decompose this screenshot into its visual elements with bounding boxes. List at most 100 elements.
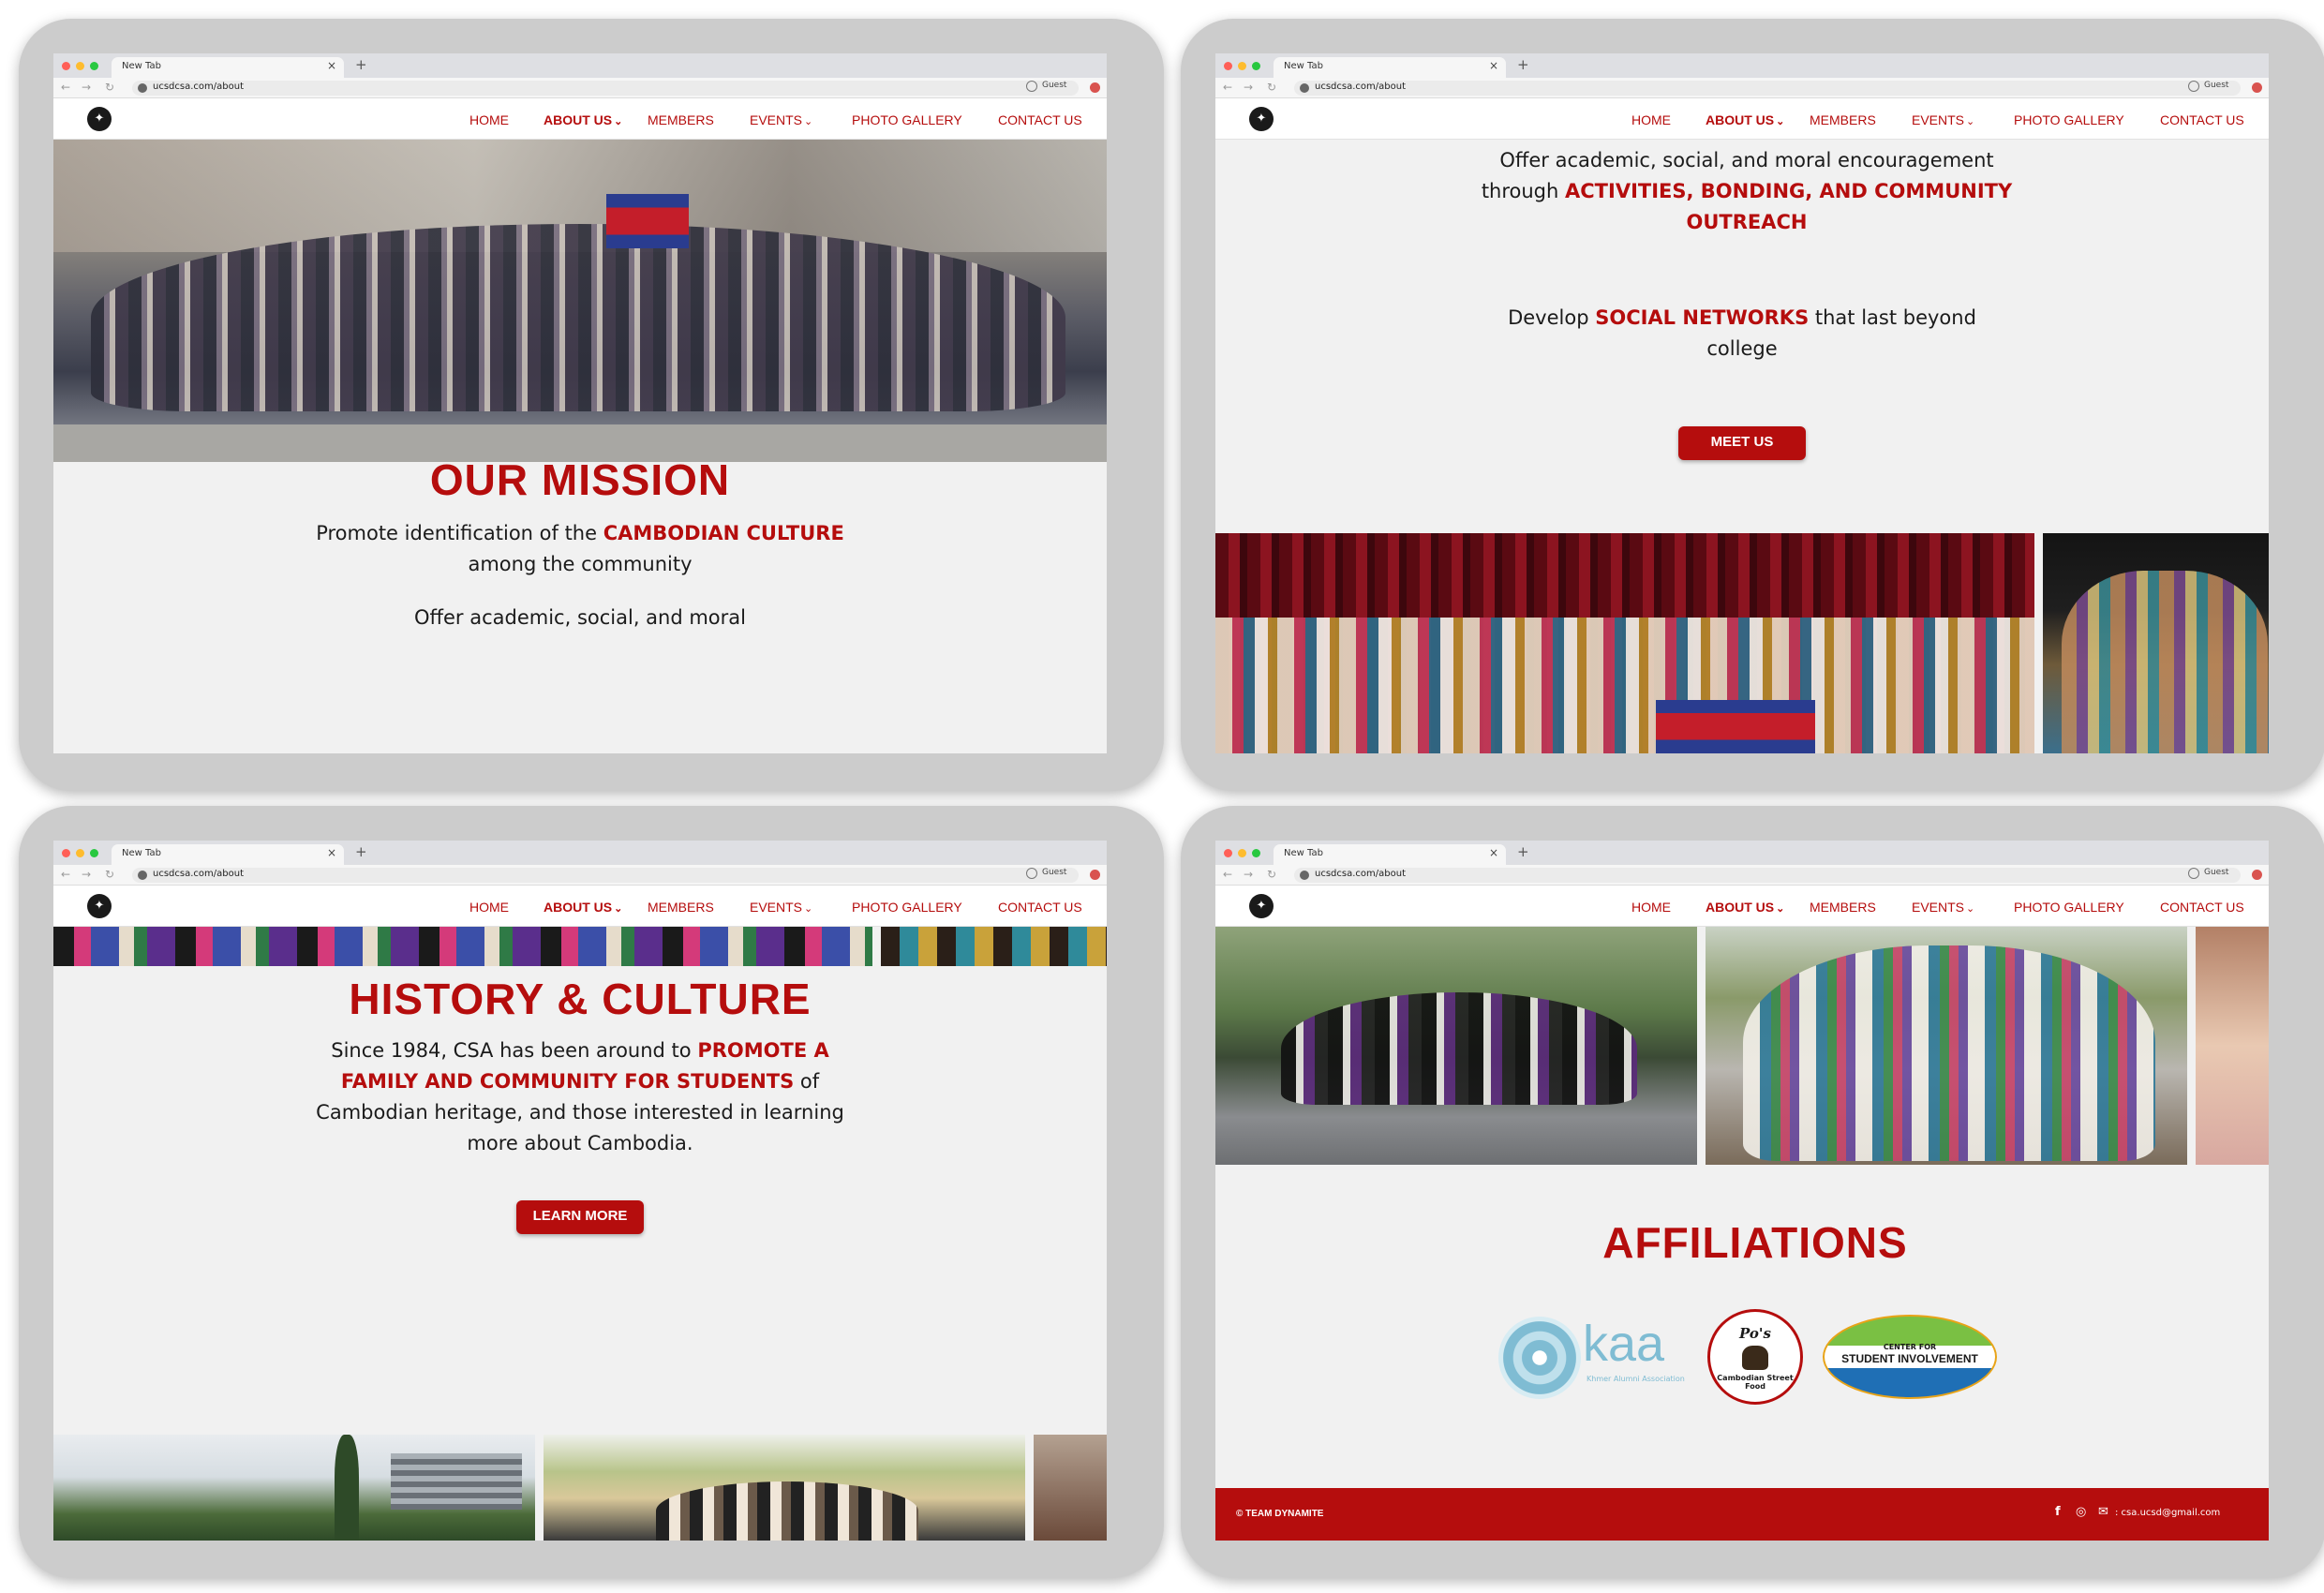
tab-bar: New Tab × +	[1215, 841, 2269, 865]
profile-label[interactable]: Guest	[2204, 81, 2228, 90]
nav-events[interactable]: EVENTS ⌄	[1912, 900, 1974, 915]
extension-icon[interactable]	[1090, 82, 1100, 93]
nav-home[interactable]: HOME	[469, 900, 509, 915]
back-icon[interactable]: ←	[61, 868, 70, 881]
stage-photo-2	[2043, 533, 2269, 753]
nav-home[interactable]: HOME	[1631, 112, 1671, 127]
profile-label[interactable]: Guest	[1042, 81, 1066, 90]
minimize-window-dot[interactable]	[1238, 849, 1246, 857]
tab-close-icon[interactable]: ×	[1489, 59, 1498, 72]
profile-icon[interactable]	[2188, 868, 2199, 879]
nav-photo-gallery[interactable]: PHOTO GALLERY	[852, 112, 962, 127]
profile-label[interactable]: Guest	[2204, 868, 2228, 877]
nav-members[interactable]: MEMBERS	[1810, 112, 1876, 127]
pos-logo[interactable]: Po's Cambodian Street Food	[1707, 1309, 1803, 1405]
facebook-icon[interactable]: f	[2055, 1505, 2061, 1519]
minimize-window-dot[interactable]	[76, 849, 84, 857]
new-tab-icon[interactable]: +	[1517, 56, 1529, 73]
nav-events[interactable]: EVENTS ⌄	[750, 112, 812, 127]
browser-tab[interactable]: New Tab ×	[1274, 844, 1506, 865]
extension-icon[interactable]	[2252, 870, 2262, 880]
nav-about-us[interactable]: ABOUT US ⌄	[544, 112, 622, 127]
url-input[interactable]: ucsdcsa.com/about	[1294, 868, 2241, 883]
forward-icon[interactable]: →	[82, 868, 91, 881]
nav-contact-us[interactable]: CONTACT US	[998, 900, 1082, 915]
group-shape	[1281, 992, 1637, 1105]
reload-icon[interactable]: ↻	[105, 81, 114, 94]
minimize-window-dot[interactable]	[1238, 62, 1246, 70]
profile-icon[interactable]	[2188, 81, 2199, 92]
browser-tab[interactable]: New Tab ×	[112, 57, 344, 78]
forward-icon[interactable]: →	[1244, 868, 1253, 881]
close-window-dot[interactable]	[62, 849, 70, 857]
site-info-icon[interactable]	[1300, 871, 1309, 880]
mission-highlight: ACTIVITIES, BONDING, AND COMMUNITY OUTRE…	[1565, 180, 2013, 233]
extension-icon[interactable]	[1090, 870, 1100, 880]
site-info-icon[interactable]	[138, 83, 147, 93]
extension-icon[interactable]	[2252, 82, 2262, 93]
nav-about-us[interactable]: ABOUT US ⌄	[1706, 112, 1784, 127]
reload-icon[interactable]: ↻	[105, 868, 114, 881]
tab-close-icon[interactable]: ×	[327, 846, 336, 859]
browser-tab[interactable]: New Tab ×	[112, 844, 344, 865]
nav-events[interactable]: EVENTS ⌄	[1912, 112, 1974, 127]
nav-home[interactable]: HOME	[1631, 900, 1671, 915]
footer-email[interactable]: : csa.ucsd@gmail.com	[2115, 1508, 2220, 1518]
profile-icon[interactable]	[1026, 868, 1037, 879]
csa-logo-icon[interactable]: ✦	[87, 894, 112, 918]
back-icon[interactable]: ←	[1223, 868, 1232, 881]
forward-icon[interactable]: →	[1244, 81, 1253, 94]
nav-photo-gallery[interactable]: PHOTO GALLERY	[2014, 112, 2124, 127]
chevron-down-icon: ⌄	[1966, 116, 1975, 127]
close-window-dot[interactable]	[1224, 62, 1232, 70]
nav-photo-gallery[interactable]: PHOTO GALLERY	[2014, 900, 2124, 915]
back-icon[interactable]: ←	[61, 81, 70, 94]
chef-icon	[1742, 1346, 1768, 1370]
csa-logo-icon[interactable]: ✦	[87, 107, 112, 131]
instagram-icon[interactable]: ◎	[2076, 1505, 2086, 1519]
minimize-window-dot[interactable]	[76, 62, 84, 70]
meet-us-button[interactable]: MEET US	[1678, 426, 1806, 460]
reload-icon[interactable]: ↻	[1267, 868, 1276, 881]
reload-icon[interactable]: ↻	[1267, 81, 1276, 94]
learn-more-button[interactable]: LEARN MORE	[516, 1200, 644, 1234]
tab-close-icon[interactable]: ×	[1489, 846, 1498, 859]
back-icon[interactable]: ←	[1223, 81, 1232, 94]
browser-tab[interactable]: New Tab ×	[1274, 57, 1506, 78]
profile-label[interactable]: Guest	[1042, 868, 1066, 877]
close-window-dot[interactable]	[62, 62, 70, 70]
site-nav: ✦ HOME ABOUT US ⌄ MEMBERS EVENTS ⌄ PHOTO G…	[53, 98, 1107, 140]
nav-events[interactable]: EVENTS ⌄	[750, 900, 812, 915]
new-tab-icon[interactable]: +	[355, 56, 367, 73]
maximize-window-dot[interactable]	[90, 62, 98, 70]
maximize-window-dot[interactable]	[1252, 849, 1260, 857]
nav-contact-us[interactable]: CONTACT US	[998, 112, 1082, 127]
nav-home[interactable]: HOME	[469, 112, 509, 127]
close-window-dot[interactable]	[1224, 849, 1232, 857]
nav-contact-us[interactable]: CONTACT US	[2160, 900, 2244, 915]
nav-members[interactable]: MEMBERS	[648, 112, 714, 127]
url-input[interactable]: ucsdcsa.com/about	[132, 81, 1079, 96]
tab-close-icon[interactable]: ×	[327, 59, 336, 72]
nav-members[interactable]: MEMBERS	[648, 900, 714, 915]
nav-contact-us[interactable]: CONTACT US	[2160, 112, 2244, 127]
maximize-window-dot[interactable]	[90, 849, 98, 857]
nav-members[interactable]: MEMBERS	[1810, 900, 1876, 915]
site-info-icon[interactable]	[1300, 83, 1309, 93]
nav-about-us[interactable]: ABOUT US ⌄	[1706, 900, 1784, 915]
maximize-window-dot[interactable]	[1252, 62, 1260, 70]
profile-icon[interactable]	[1026, 81, 1037, 92]
csi-logo[interactable]: CENTER FOR STUDENT INVOLVEMENT	[1823, 1315, 1997, 1399]
email-icon[interactable]: ✉	[2098, 1505, 2108, 1519]
csa-logo-icon[interactable]: ✦	[1249, 107, 1274, 131]
site-info-icon[interactable]	[138, 871, 147, 880]
new-tab-icon[interactable]: +	[1517, 843, 1529, 860]
csa-logo-icon[interactable]: ✦	[1249, 894, 1274, 918]
forward-icon[interactable]: →	[82, 81, 91, 94]
kaa-logo[interactable]: kaa Khmer Alumni Association	[1498, 1313, 1686, 1403]
nav-about-us[interactable]: ABOUT US ⌄	[544, 900, 622, 915]
new-tab-icon[interactable]: +	[355, 843, 367, 860]
url-input[interactable]: ucsdcsa.com/about	[132, 868, 1079, 883]
url-input[interactable]: ucsdcsa.com/about	[1294, 81, 2241, 96]
nav-photo-gallery[interactable]: PHOTO GALLERY	[852, 900, 962, 915]
